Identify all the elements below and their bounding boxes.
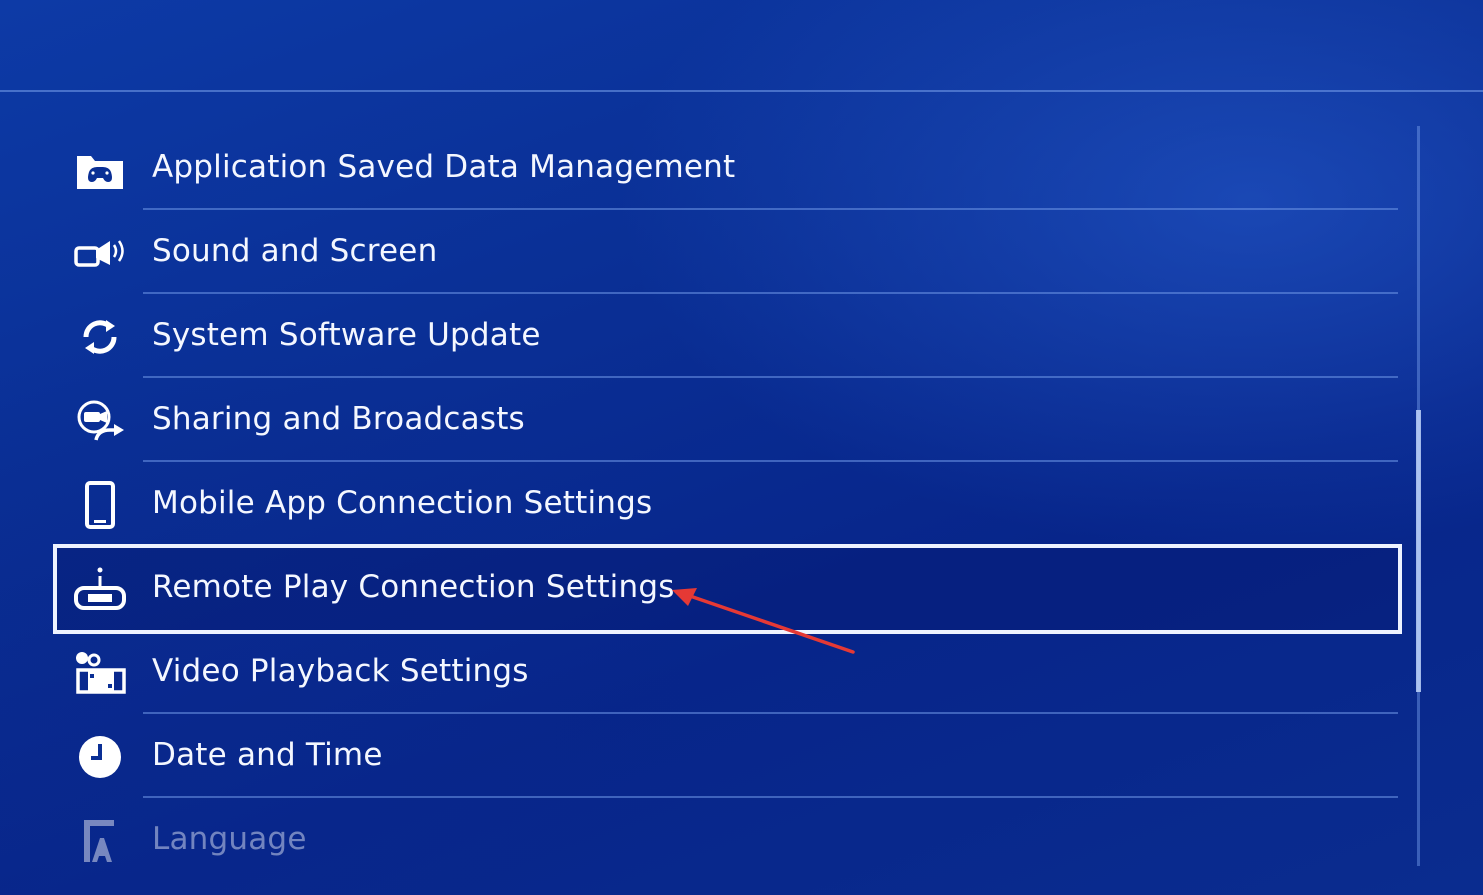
menu-item-sharing-and-broadcasts[interactable]: Sharing and Broadcasts: [0, 378, 1420, 462]
menu-item-label: Sharing and Broadcasts: [152, 401, 525, 437]
menu-item-language[interactable]: Language: [0, 798, 1420, 882]
video-playback-icon: [72, 648, 128, 698]
menu-item-video-playback[interactable]: Video Playback Settings: [0, 630, 1420, 714]
saved-data-icon: [72, 144, 128, 194]
menu-item-label: Remote Play Connection Settings: [152, 569, 675, 605]
menu-item-remote-play-connection[interactable]: Remote Play Connection Settings: [0, 544, 1420, 634]
menu-item-label: Date and Time: [152, 737, 383, 773]
menu-item-label: Language: [152, 821, 307, 857]
mobile-phone-icon: [72, 480, 128, 530]
menu-item-label: Video Playback Settings: [152, 653, 529, 689]
remote-play-icon: [72, 564, 128, 614]
menu-item-application-saved-data[interactable]: Application Saved Data Management: [0, 126, 1420, 210]
menu-item-label: Application Saved Data Management: [152, 149, 736, 185]
language-icon: [72, 816, 128, 866]
menu-item-label: Mobile App Connection Settings: [152, 485, 653, 521]
menu-item-mobile-app-connection[interactable]: Mobile App Connection Settings: [0, 462, 1420, 546]
menu-item-label: Sound and Screen: [152, 233, 438, 269]
menu-item-label: System Software Update: [152, 317, 541, 353]
scrollbar-thumb[interactable]: [1416, 410, 1421, 692]
sound-screen-icon: [72, 228, 128, 278]
clock-icon: [72, 732, 128, 782]
menu-item-system-software-update[interactable]: System Software Update: [0, 294, 1420, 378]
menu-item-date-and-time[interactable]: Date and Time: [0, 714, 1420, 798]
sharing-icon: [72, 396, 128, 446]
settings-menu-list: Application Saved Data Management Sound …: [0, 126, 1420, 882]
menu-item-sound-and-screen[interactable]: Sound and Screen: [0, 210, 1420, 294]
update-icon: [72, 312, 128, 362]
header-divider: [0, 90, 1483, 92]
